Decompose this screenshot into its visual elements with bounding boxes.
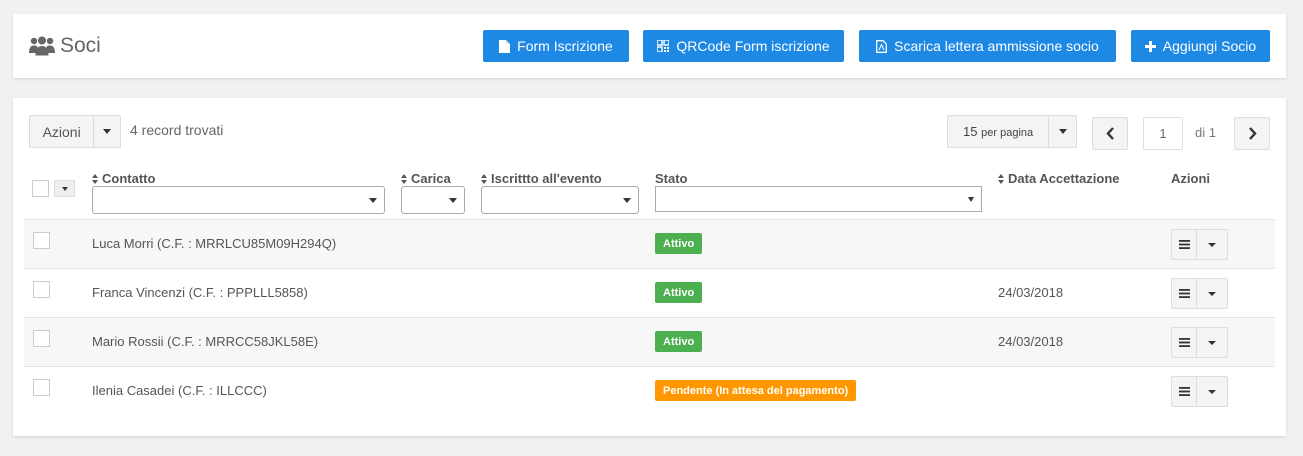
chevron-right-icon	[1248, 127, 1257, 140]
scarica-lettera-button[interactable]: Scarica lettera ammissione socio	[859, 30, 1116, 62]
file-icon	[499, 39, 511, 53]
page-title-text: Soci	[60, 34, 101, 57]
chevron-down-icon[interactable]	[1197, 230, 1227, 259]
chevron-left-icon	[1105, 127, 1114, 140]
column-header-azioni: Azioni	[1171, 171, 1210, 186]
users-icon	[29, 36, 55, 56]
row-contact[interactable]: Mario Rossii (C.F. : MRRCC58JKL58E)	[92, 334, 318, 349]
row-actions-button[interactable]	[1171, 327, 1228, 358]
status-badge: Pendente (In attesa del pagamento)	[655, 380, 857, 401]
filter-carica-select[interactable]	[401, 186, 465, 214]
filter-iscritto-select[interactable]	[481, 186, 639, 214]
filter-stato-select[interactable]	[655, 186, 982, 212]
plus-icon	[1144, 40, 1156, 52]
row-checkbox[interactable]	[33, 330, 50, 347]
chevron-down-icon[interactable]	[1048, 116, 1076, 147]
chevron-down-icon[interactable]	[1197, 279, 1227, 308]
per-page-value: 15	[963, 124, 978, 139]
row-contact[interactable]: Franca Vincenzi (C.F. : PPPLLL5858)	[92, 285, 308, 300]
qrcode-form-button[interactable]: QRCode Form iscrizione	[643, 30, 844, 62]
chevron-down-icon[interactable]	[1197, 377, 1227, 406]
menu-icon[interactable]	[1172, 377, 1197, 406]
menu-icon[interactable]	[1172, 230, 1197, 259]
sort-icon	[401, 173, 408, 184]
sort-icon	[92, 173, 99, 184]
chevron-down-icon	[449, 198, 457, 203]
page-number-input[interactable]: 1	[1143, 117, 1183, 150]
row-actions-button[interactable]	[1171, 278, 1228, 309]
form-iscrizione-button[interactable]: Form Iscrizione	[483, 30, 629, 62]
status-badge: Attivo	[655, 233, 703, 254]
aggiungi-socio-button[interactable]: Aggiungi Socio	[1131, 30, 1270, 62]
table-row: Franca Vincenzi (C.F. : PPPLLL5858) Atti…	[24, 268, 1275, 317]
status-badge: Attivo	[655, 282, 703, 303]
row-date: 24/03/2018	[998, 285, 1064, 300]
row-checkbox[interactable]	[33, 232, 50, 249]
row-actions-button[interactable]	[1171, 376, 1228, 407]
row-actions-button[interactable]	[1171, 229, 1228, 260]
per-page-suffix: per pagina	[981, 127, 1034, 139]
table-panel: Azioni 4 record trovati 15 per pagina 1 …	[13, 98, 1286, 436]
row-contact[interactable]: Ilenia Casadei (C.F. : ILLCCC)	[92, 383, 267, 398]
select-all-checkbox[interactable]	[32, 180, 49, 197]
column-header-stato: Stato	[655, 171, 688, 186]
chevron-down-icon	[369, 198, 377, 203]
select-options-dropdown[interactable]	[54, 180, 75, 197]
chevron-down-icon	[61, 186, 68, 191]
status-badge: Attivo	[655, 331, 703, 352]
table-row: Ilenia Casadei (C.F. : ILLCCC) Pendente …	[24, 366, 1275, 415]
bulk-actions-label: Azioni	[42, 123, 81, 140]
chevron-down-icon	[968, 197, 974, 202]
row-checkbox[interactable]	[33, 379, 50, 396]
sort-icon	[481, 173, 488, 184]
column-header-carica[interactable]: Carica	[401, 171, 451, 186]
qrcode-icon	[657, 40, 670, 52]
page-of-label: di 1	[1195, 125, 1216, 140]
column-header-iscritto[interactable]: Iscrittto all'evento	[481, 171, 602, 186]
row-checkbox[interactable]	[33, 281, 50, 298]
column-header-contatto[interactable]: Contatto	[92, 171, 155, 186]
chevron-down-icon[interactable]	[1197, 328, 1227, 357]
bulk-actions-button[interactable]: Azioni	[29, 115, 121, 148]
prev-page-button[interactable]	[1092, 117, 1128, 150]
next-page-button[interactable]	[1234, 117, 1270, 150]
table-row: Luca Morri (C.F. : MRRLCU85M09H294Q) Att…	[24, 219, 1275, 268]
page-title: Soci	[29, 34, 101, 58]
row-date: 24/03/2018	[998, 334, 1064, 349]
table-row: Mario Rossii (C.F. : MRRCC58JKL58E) Atti…	[24, 317, 1275, 366]
menu-icon[interactable]	[1172, 328, 1197, 357]
chevron-down-icon	[623, 198, 631, 203]
row-contact[interactable]: Luca Morri (C.F. : MRRLCU85M09H294Q)	[92, 236, 336, 251]
filter-contatto-select[interactable]	[92, 186, 385, 214]
header-panel: Soci Form Iscrizione QRCode Form iscrizi…	[13, 14, 1286, 78]
record-count: 4 record trovati	[130, 122, 224, 138]
pdf-icon	[876, 39, 888, 53]
column-header-data[interactable]: Data Accettazione	[998, 171, 1120, 186]
menu-icon[interactable]	[1172, 279, 1197, 308]
chevron-down-icon[interactable]	[93, 116, 120, 147]
sort-icon	[998, 173, 1005, 184]
per-page-select[interactable]: 15 per pagina	[947, 115, 1077, 148]
